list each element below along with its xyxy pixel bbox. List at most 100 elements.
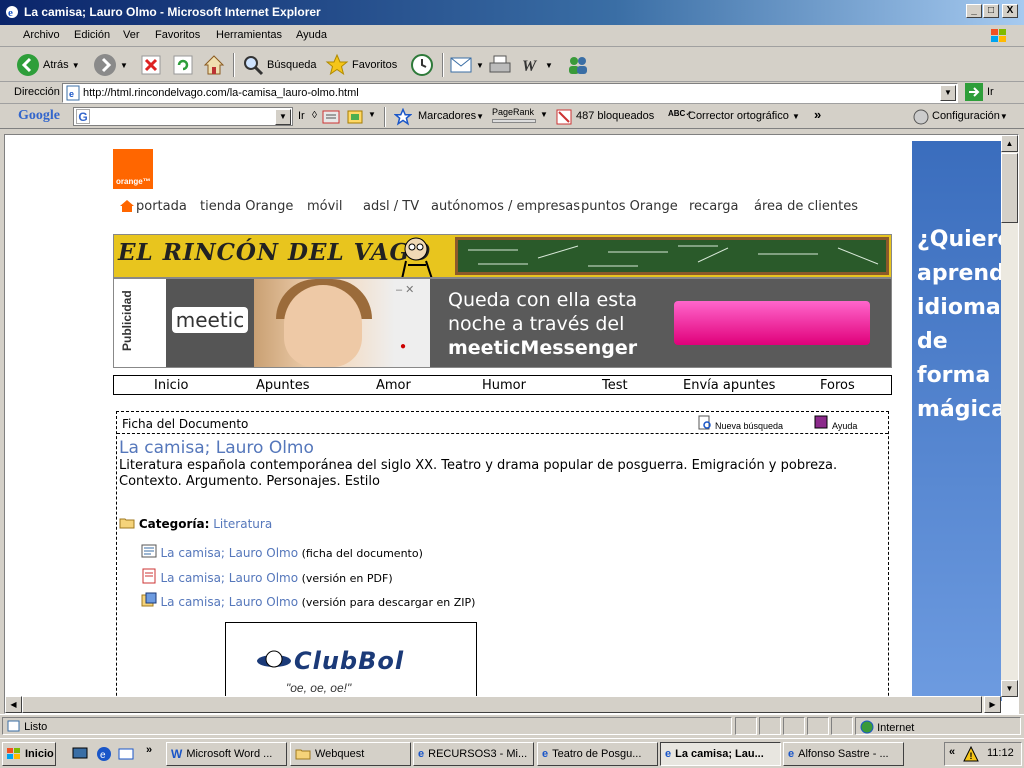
- pdf-icon: [142, 568, 156, 584]
- meetic-ad-banner[interactable]: Publicidad meetic – ✕ ● Queda con ella e…: [113, 278, 892, 368]
- menu-favoritos[interactable]: Favoritos: [155, 29, 200, 41]
- blocked-count[interactable]: 487 bloqueados: [576, 110, 654, 122]
- task-webquest[interactable]: Webquest: [290, 742, 411, 766]
- task-teatro[interactable]: e Teatro de Posgu...: [537, 742, 658, 766]
- chevron-down-icon[interactable]: ▼: [940, 85, 956, 101]
- spellcheck-button[interactable]: Corrector ortográfico ▼: [688, 110, 800, 122]
- address-input[interactable]: e http://html.rincondelvago.com/la-camis…: [62, 83, 958, 103]
- download-link-zip[interactable]: La camisa; Lauro Olmo: [161, 595, 299, 609]
- history-button[interactable]: [410, 52, 434, 78]
- mail-button[interactable]: ▼: [449, 52, 484, 78]
- menu-amor[interactable]: Amor: [376, 378, 411, 393]
- document-title[interactable]: La camisa; Lauro Olmo: [119, 438, 314, 458]
- menu-archivo[interactable]: Archivo: [23, 29, 60, 41]
- settings-button[interactable]: Configuración▼: [932, 110, 1008, 122]
- task-la-camisa[interactable]: e La camisa; Lau...: [660, 742, 781, 766]
- quicklaunch-overflow-icon[interactable]: »: [146, 744, 152, 756]
- back-button[interactable]: Atrás ▼: [16, 52, 80, 78]
- task-alfonso-sastre[interactable]: e Alfonso Sastre - ...: [783, 742, 904, 766]
- print-button[interactable]: [488, 52, 512, 78]
- chevron-down-icon: ▼: [545, 60, 553, 70]
- menu-inicio[interactable]: Inicio: [154, 378, 188, 393]
- favorites-label: Favoritos: [352, 59, 398, 71]
- orange-logo[interactable]: orange™: [113, 149, 153, 189]
- refresh-icon: [173, 55, 193, 75]
- menu-envia-apuntes[interactable]: Envía apuntes: [683, 378, 775, 393]
- topnav-autonomos[interactable]: autónomos / empresas: [431, 199, 580, 214]
- quicklaunch-desktop-icon[interactable]: [72, 746, 88, 762]
- maximize-button[interactable]: □: [983, 4, 999, 18]
- pagerank-label[interactable]: PageRank: [492, 107, 534, 117]
- chevron-down-icon[interactable]: ▼: [540, 110, 548, 119]
- google-logo[interactable]: Google: [18, 108, 60, 124]
- home-button[interactable]: [202, 52, 226, 78]
- minimize-button[interactable]: _: [966, 4, 982, 18]
- ie-icon: e: [788, 748, 795, 760]
- task-word[interactable]: W Microsoft Word ...: [166, 742, 287, 766]
- topnav-movil[interactable]: móvil: [307, 199, 343, 214]
- go-label: Ir: [987, 86, 994, 98]
- menu-foros[interactable]: Foros: [820, 378, 855, 393]
- ad-cta-button[interactable]: [674, 301, 870, 345]
- horizontal-scrollbar[interactable]: ◀ ▶: [5, 696, 1001, 713]
- menu-apuntes[interactable]: Apuntes: [256, 378, 310, 393]
- menu-test[interactable]: Test: [602, 378, 628, 393]
- help-link[interactable]: Ayuda: [832, 421, 857, 431]
- scroll-right-icon[interactable]: ▶: [984, 696, 1001, 713]
- google-options-icon[interactable]: ◊: [312, 110, 317, 121]
- overflow-chevron-icon[interactable]: »: [814, 107, 821, 122]
- topnav-portada[interactable]: portada: [136, 199, 187, 214]
- menu-ayuda[interactable]: Ayuda: [296, 29, 327, 41]
- menu-humor[interactable]: Humor: [482, 378, 526, 393]
- chevron-down-icon[interactable]: ▼: [368, 110, 376, 119]
- go-button[interactable]: Ir: [965, 83, 994, 101]
- forward-button[interactable]: ▼: [93, 52, 128, 78]
- quicklaunch-outlook-icon[interactable]: [118, 746, 134, 762]
- start-button[interactable]: Inicio: [2, 742, 56, 766]
- favorites-button[interactable]: Favoritos: [325, 52, 397, 78]
- messenger-button[interactable]: [566, 52, 590, 78]
- refresh-button[interactable]: [172, 52, 194, 78]
- tray-expand-icon[interactable]: «: [949, 746, 955, 758]
- topnav-puntos[interactable]: puntos Orange: [581, 199, 678, 214]
- search-button[interactable]: Búsqueda: [242, 52, 317, 78]
- topnav-adsl[interactable]: adsl / TV: [363, 199, 419, 214]
- chevron-down-icon[interactable]: ▼: [275, 109, 291, 125]
- quicklaunch-ie-icon[interactable]: e: [96, 746, 112, 762]
- topnav-tienda[interactable]: tienda Orange: [200, 199, 293, 214]
- rincon-del-vago-banner[interactable]: EL RINCÓN DEL VAGO: [113, 234, 892, 278]
- windows-logo-icon: [991, 29, 1006, 42]
- scroll-down-icon[interactable]: ▼: [1001, 680, 1018, 697]
- warning-icon[interactable]: !: [963, 746, 979, 762]
- google-go-button[interactable]: Ir: [298, 110, 305, 122]
- menu-ver[interactable]: Ver: [123, 29, 140, 41]
- hscroll-thumb[interactable]: [22, 696, 982, 713]
- scroll-left-icon[interactable]: ◀: [5, 696, 22, 713]
- edit-word-button[interactable]: W ▼: [520, 52, 553, 78]
- category-link[interactable]: Literatura: [213, 517, 272, 531]
- clock[interactable]: 11:12: [987, 747, 1014, 759]
- task-recursos[interactable]: e RECURSOS3 - Mi...: [413, 742, 534, 766]
- topnav-area-clientes[interactable]: área de clientes: [754, 199, 858, 214]
- close-button[interactable]: X: [1002, 4, 1018, 18]
- zone-text: Internet: [877, 722, 915, 734]
- download-link-pdf[interactable]: La camisa; Lauro Olmo: [161, 571, 299, 585]
- menu-edicion[interactable]: Edición: [74, 29, 110, 41]
- google-search-input[interactable]: G ▼: [73, 107, 293, 126]
- scroll-up-icon[interactable]: ▲: [1001, 135, 1018, 152]
- highlight-icon[interactable]: [346, 109, 364, 125]
- clubbol-ad[interactable]: ClubBol "oe, oe, oe!": [225, 622, 477, 702]
- word-icon: W: [522, 58, 538, 75]
- menu-herramientas[interactable]: Herramientas: [216, 29, 282, 41]
- language-ad[interactable]: ¿Quiere aprend idiomas de forma mágica: [912, 141, 1014, 701]
- stop-button[interactable]: [140, 52, 162, 78]
- bookmarks-button[interactable]: Marcadores▼: [418, 110, 484, 122]
- vertical-scrollbar[interactable]: ▲ ▼: [1001, 135, 1018, 697]
- ad-close-icon[interactable]: – ✕: [396, 283, 414, 296]
- chevron-down-icon: ▼: [71, 60, 80, 70]
- news-icon[interactable]: [322, 109, 340, 125]
- topnav-recarga[interactable]: recarga: [689, 199, 739, 214]
- download-link-ficha[interactable]: La camisa; Lauro Olmo: [161, 546, 299, 560]
- scroll-thumb[interactable]: [1001, 153, 1018, 223]
- new-search-link[interactable]: Nueva búsqueda: [715, 421, 783, 431]
